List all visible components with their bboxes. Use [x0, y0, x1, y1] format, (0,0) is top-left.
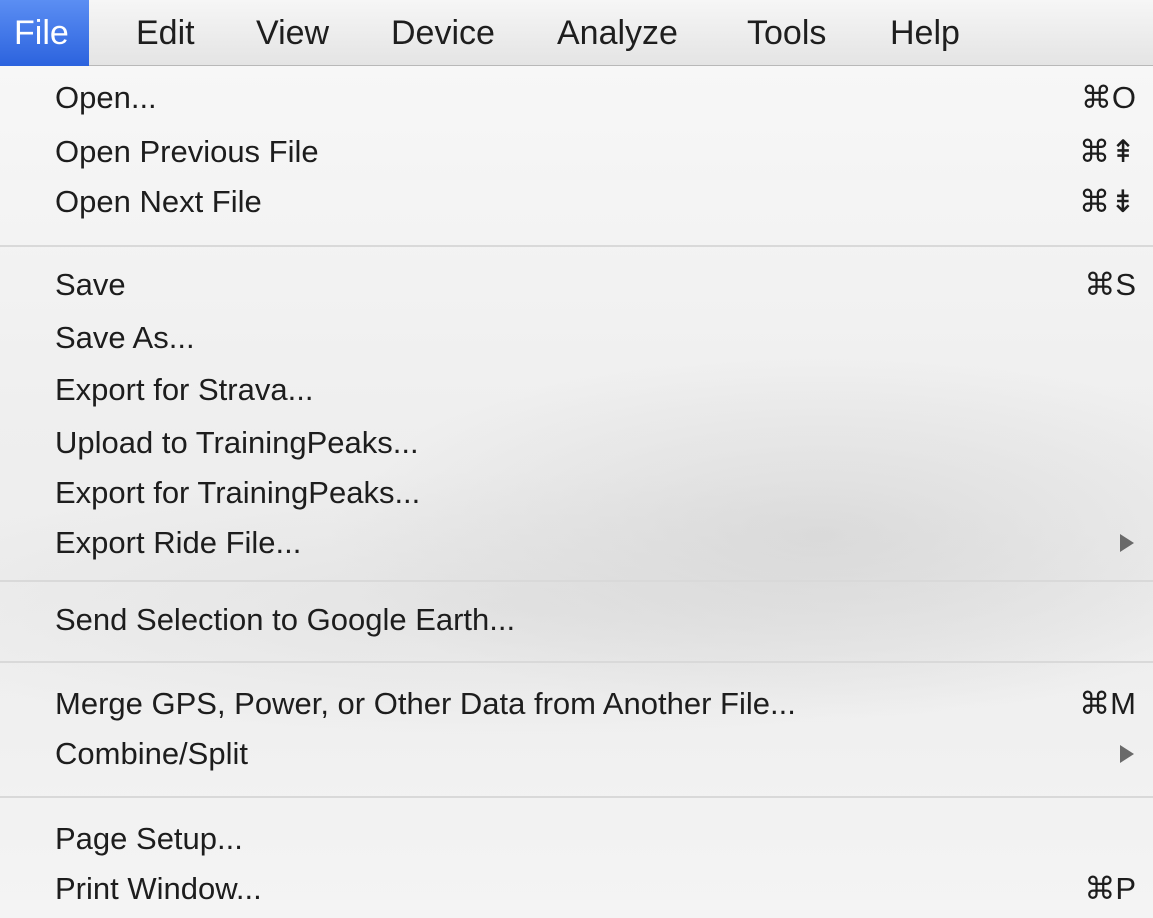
shortcut-label: ⌘S	[1084, 267, 1136, 302]
menu-edit[interactable]: Edit	[136, 0, 195, 66]
shortcut-label: ⌘O	[1080, 80, 1136, 115]
menu-item-export-for-trainingpeaks[interactable]: Export for TrainingPeaks...	[0, 472, 1153, 514]
menu-item-label: Export for TrainingPeaks...	[55, 475, 421, 510]
menu-item-label: Page Setup...	[55, 821, 243, 856]
menu-separator	[0, 796, 1153, 798]
menu-item-combine-split[interactable]: Combine/Split	[0, 733, 1153, 775]
menu-item-label: Save As...	[55, 320, 195, 355]
menu-item-label: Open Next File	[55, 184, 262, 219]
menu-item-label: Open Previous File	[55, 134, 319, 169]
menu-item-save[interactable]: Save ⌘S	[0, 264, 1153, 306]
menu-item-save-as[interactable]: Save As...	[0, 317, 1153, 359]
shortcut-label: ⌘⇞	[1079, 134, 1136, 169]
menu-analyze[interactable]: Analyze	[557, 0, 678, 66]
menu-separator	[0, 661, 1153, 663]
menu-item-export-for-strava[interactable]: Export for Strava...	[0, 369, 1153, 411]
triangle-right-icon	[1120, 534, 1134, 552]
menu-item-label: Export Ride File...	[55, 525, 302, 560]
menu-item-print-window[interactable]: Print Window... ⌘P	[0, 868, 1153, 910]
menu-item-label: Upload to TrainingPeaks...	[55, 425, 419, 460]
menu-item-open-previous-file[interactable]: Open Previous File ⌘⇞	[0, 131, 1153, 173]
triangle-right-icon	[1120, 745, 1134, 763]
menu-tools[interactable]: Tools	[747, 0, 826, 66]
menu-item-export-ride-file[interactable]: Export Ride File...	[0, 522, 1153, 564]
menu-item-label: Print Window...	[55, 871, 262, 906]
menu-item-open-next-file[interactable]: Open Next File ⌘⇟	[0, 181, 1153, 223]
menu-item-label: Open...	[55, 80, 157, 115]
menu-item-open[interactable]: Open... ⌘O	[0, 77, 1153, 119]
shortcut-label: ⌘⇟	[1079, 184, 1136, 219]
menu-bar: File Edit View Device Analyze Tools Help	[0, 0, 1153, 66]
menu-item-upload-to-trainingpeaks[interactable]: Upload to TrainingPeaks...	[0, 422, 1153, 464]
shortcut-label: ⌘M	[1079, 686, 1136, 721]
menu-separator	[0, 245, 1153, 247]
menu-device[interactable]: Device	[391, 0, 495, 66]
menu-separator	[0, 580, 1153, 582]
menu-item-label: Merge GPS, Power, or Other Data from Ano…	[55, 686, 796, 721]
menu-item-merge-data[interactable]: Merge GPS, Power, or Other Data from Ano…	[0, 683, 1153, 725]
menu-file[interactable]: File	[0, 0, 89, 66]
menu-help[interactable]: Help	[890, 0, 960, 66]
menu-item-label: Save	[55, 267, 126, 302]
shortcut-label: ⌘P	[1084, 871, 1136, 906]
file-menu-dropdown: Open... ⌘O Open Previous File ⌘⇞ Open Ne…	[0, 66, 1153, 918]
menu-item-label: Export for Strava...	[55, 372, 314, 407]
menu-item-label: Send Selection to Google Earth...	[55, 602, 516, 637]
menu-item-send-selection-to-google-earth[interactable]: Send Selection to Google Earth...	[0, 599, 1153, 641]
menu-view[interactable]: View	[256, 0, 329, 66]
menu-item-label: Combine/Split	[55, 736, 248, 771]
menu-item-page-setup[interactable]: Page Setup...	[0, 818, 1153, 860]
